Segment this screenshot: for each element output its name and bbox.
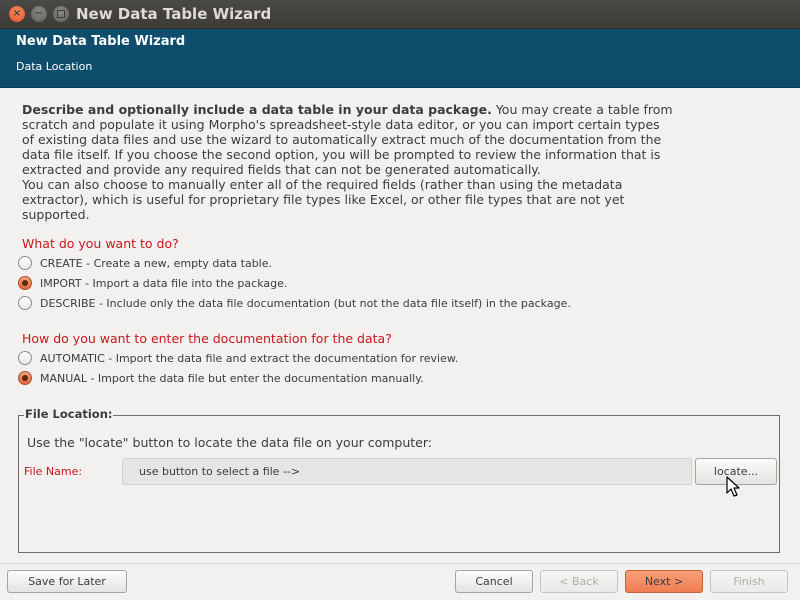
radio-label: DESCRIBE - Include only the data file do…: [40, 296, 571, 310]
radio-label: CREATE - Create a new, empty data table.: [40, 256, 273, 270]
radio-import[interactable]: IMPORT - Import a data file into the pac…: [18, 274, 287, 292]
file-location-legend: File Location:: [24, 407, 114, 421]
window-titlebar: × − New Data Table Wizard: [0, 0, 800, 29]
radio-button[interactable]: [18, 351, 32, 365]
back-button[interactable]: < Back: [540, 570, 618, 593]
documentation-question: How do you want to enter the documentati…: [22, 331, 392, 346]
file-location-hint: Use the "locate" button to locate the da…: [27, 435, 432, 450]
description-line: of existing data files and use the wizar…: [22, 132, 662, 147]
radio-manual[interactable]: MANUAL - Import the data file but enter …: [18, 369, 424, 387]
description-line: Describe and optionally include a data t…: [22, 102, 682, 117]
description-bold: Describe and optionally include a data t…: [22, 102, 492, 117]
finish-button[interactable]: Finish: [710, 570, 788, 593]
wizard-step-subtitle: Data Location: [16, 60, 93, 73]
radio-button[interactable]: [18, 296, 32, 310]
description-line: supported.: [22, 207, 90, 222]
action-question: What do you want to do?: [22, 236, 179, 251]
wizard-title: New Data Table Wizard: [16, 34, 186, 49]
description-line: You can also choose to manually enter al…: [22, 177, 623, 192]
radio-describe[interactable]: DESCRIBE - Include only the data file do…: [18, 294, 571, 312]
wizard-header: New Data Table Wizard Data Location: [0, 29, 800, 88]
cancel-button[interactable]: Cancel: [455, 570, 533, 593]
file-name-field: use button to select a file -->: [122, 458, 692, 485]
radio-label: IMPORT - Import a data file into the pac…: [40, 276, 288, 290]
description-text: You may create a table from: [491, 102, 673, 117]
radio-create[interactable]: CREATE - Create a new, empty data table.: [18, 254, 272, 272]
description-line: data file itself. If you choose the seco…: [22, 147, 661, 162]
wizard-description: Describe and optionally include a data t…: [22, 102, 682, 222]
window-title: New Data Table Wizard: [76, 5, 272, 23]
description-line: extractor), which is useful for propriet…: [22, 192, 625, 207]
minimize-window-button[interactable]: −: [31, 6, 47, 22]
radio-button[interactable]: [18, 276, 32, 290]
description-line: extracted and provide any required field…: [22, 162, 541, 177]
file-name-label: File Name:: [24, 465, 83, 478]
minimize-icon: −: [34, 8, 44, 19]
file-name-value: use button to select a file -->: [139, 465, 301, 478]
next-button[interactable]: Next >: [625, 570, 703, 593]
maximize-icon: [57, 10, 65, 18]
footer-divider: [0, 563, 800, 564]
radio-button[interactable]: [18, 256, 32, 270]
mouse-cursor-icon: [726, 476, 740, 497]
save-for-later-button[interactable]: Save for Later: [7, 570, 127, 593]
radio-label: MANUAL - Import the data file but enter …: [40, 371, 424, 385]
radio-label: AUTOMATIC - Import the data file and ext…: [40, 351, 459, 365]
radio-button[interactable]: [18, 371, 32, 385]
close-window-button[interactable]: ×: [9, 6, 25, 22]
close-icon: ×: [12, 8, 22, 19]
radio-automatic[interactable]: AUTOMATIC - Import the data file and ext…: [18, 349, 458, 367]
description-line: scratch and populate it using Morpho's s…: [22, 117, 660, 132]
maximize-window-button[interactable]: [53, 6, 69, 22]
